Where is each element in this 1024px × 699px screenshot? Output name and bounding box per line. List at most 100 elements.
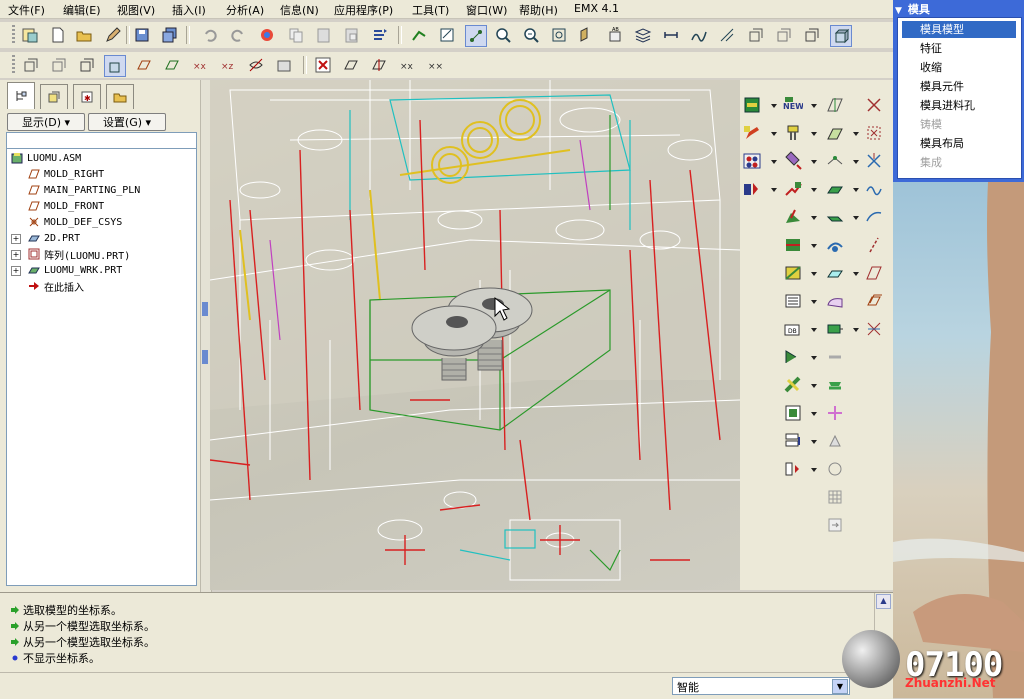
datum-point-tool-icon[interactable]: ×x <box>397 55 417 75</box>
round-tool-icon[interactable] <box>824 374 846 396</box>
datum-points-icon[interactable]: ×x <box>190 55 210 75</box>
datum-plane-tool-icon[interactable] <box>341 55 361 75</box>
settings-menu-button[interactable]: 设置(G) ▾ <box>88 113 166 131</box>
copy-icon[interactable] <box>286 25 306 45</box>
datum-axis-tool-icon[interactable] <box>369 55 389 75</box>
layers-icon[interactable] <box>633 25 653 45</box>
zoom-in-icon[interactable] <box>493 25 513 45</box>
check-draft-icon[interactable] <box>782 206 804 228</box>
show-menu-button[interactable]: 显示(D) ▾ <box>7 113 85 131</box>
tree-item-insert-here[interactable]: 在此插入 <box>27 278 84 294</box>
revolve-tool-icon[interactable] <box>824 206 846 228</box>
chevron-down-icon[interactable]: ▼ <box>832 679 848 694</box>
menu-emx[interactable]: EMX 4.1 <box>574 2 619 15</box>
mirror-tool-icon[interactable] <box>824 458 846 480</box>
expand-toggle[interactable]: + <box>11 250 21 260</box>
model-tree-tab-icon[interactable] <box>7 82 35 109</box>
menu-item-feature[interactable]: 特征 <box>902 40 1016 57</box>
menu-insert[interactable]: 插入(I) <box>172 2 206 18</box>
tree-item-pattern[interactable]: 阵列(LUOMU.PRT) <box>27 246 130 262</box>
waterline-icon[interactable] <box>782 234 804 256</box>
repaint-icon[interactable] <box>409 25 429 45</box>
annotation-display-icon[interactable] <box>246 55 266 75</box>
zoom-out-icon[interactable] <box>521 25 541 45</box>
edit-pencil-icon[interactable] <box>103 25 123 45</box>
open-folder-icon[interactable] <box>74 25 94 45</box>
orient-dialog-icon[interactable] <box>577 25 597 45</box>
menu-item-mold-component[interactable]: 模具元件 <box>902 78 1016 95</box>
view-shaded-icon[interactable] <box>104 55 126 77</box>
move-tool-icon[interactable] <box>824 514 846 536</box>
expand-toggle[interactable]: + <box>11 234 21 244</box>
menu-item-mold-model[interactable]: 模具模型 <box>902 21 1016 38</box>
orient-icon[interactable] <box>437 25 457 45</box>
new-file-icon[interactable] <box>48 25 68 45</box>
mold-feature-icon[interactable] <box>741 122 763 144</box>
sweep-tool-icon[interactable] <box>824 234 846 256</box>
volume-split-icon[interactable] <box>782 262 804 284</box>
runner-icon[interactable] <box>782 178 804 200</box>
tree-item-main-parting-pln[interactable]: MAIN_PARTING_PLN <box>27 182 140 198</box>
axis-line-icon[interactable] <box>863 234 885 256</box>
extract-icon[interactable] <box>782 374 804 396</box>
mold-volume-icon[interactable] <box>782 290 804 312</box>
folder-browser-tab-icon[interactable] <box>106 84 134 109</box>
relations-icon[interactable] <box>370 25 390 45</box>
undo-icon[interactable] <box>200 25 220 45</box>
menu-analysis[interactable]: 分析(A) <box>226 2 264 18</box>
paste-special-icon[interactable] <box>342 25 362 45</box>
collapse-arrow-icon[interactable] <box>202 302 208 316</box>
datum-curve-icon[interactable] <box>863 178 885 200</box>
csys-create-icon[interactable] <box>863 94 885 116</box>
saved-views-icon[interactable]: AB <box>605 25 625 45</box>
mold-opening-icon[interactable] <box>782 430 804 452</box>
point-tool-icon[interactable] <box>824 150 846 172</box>
tree-item-luomu-asm[interactable]: LUOMU.ASM <box>10 150 81 166</box>
datum-planes-icon[interactable] <box>134 55 154 75</box>
rib-tool-icon[interactable] <box>824 430 846 452</box>
tree-item-mold-def-csys[interactable]: MOLD_DEF_CSYS <box>27 214 122 230</box>
menu-manager-header[interactable]: ▼ 模具 <box>895 1 1022 16</box>
wireframe-icon[interactable] <box>745 25 765 45</box>
graphics-window[interactable] <box>210 80 740 590</box>
datum-axes-icon[interactable] <box>162 55 182 75</box>
extrude-tool-icon[interactable] <box>824 178 846 200</box>
new-window-icon[interactable] <box>20 25 40 45</box>
hidden-line-icon[interactable] <box>773 25 793 45</box>
csys-tool-icon[interactable]: ×× <box>425 55 445 75</box>
appearance-icon[interactable] <box>689 25 709 45</box>
intersect-icon[interactable] <box>863 318 885 340</box>
save-icon[interactable] <box>132 25 152 45</box>
point-sketch-icon[interactable] <box>863 122 885 144</box>
layers-tab-icon[interactable] <box>40 84 68 109</box>
new-component-icon[interactable]: NEW <box>782 94 804 116</box>
menu-window[interactable]: 窗口(W) <box>466 2 507 18</box>
datum-plane-tool-icon[interactable] <box>824 94 846 116</box>
expand-arrow-icon[interactable] <box>202 350 208 364</box>
menu-view[interactable]: 视图(V) <box>117 2 155 18</box>
menu-file[interactable]: 文件(F) <box>8 2 45 18</box>
view-nohidden-icon[interactable] <box>76 55 96 75</box>
interference-icon[interactable] <box>782 458 804 480</box>
menu-tools[interactable]: 工具(T) <box>412 2 449 18</box>
blend-tool-icon[interactable] <box>824 262 846 284</box>
sketch-curve-icon[interactable] <box>863 206 885 228</box>
expand-toggle[interactable]: + <box>11 266 21 276</box>
refit-icon[interactable] <box>549 25 569 45</box>
no-hidden-icon[interactable] <box>801 25 821 45</box>
skirt-surface-icon[interactable] <box>782 346 804 368</box>
menu-applications[interactable]: 应用程序(P) <box>334 2 393 18</box>
layers-sketch-icon[interactable] <box>863 290 885 312</box>
favorites-tab-icon[interactable]: ✱ <box>73 84 101 109</box>
menu-item-mold-layout[interactable]: 模具布局 <box>902 135 1016 152</box>
hole-tool-icon[interactable] <box>824 290 846 312</box>
tree-item-mold-front[interactable]: MOLD_FRONT <box>27 198 104 214</box>
split-surface-icon[interactable]: DB <box>782 318 804 340</box>
datum-csys-icon[interactable]: ×z <box>218 55 238 75</box>
mold-model-icon[interactable] <box>741 94 763 116</box>
molding-icon[interactable] <box>782 402 804 424</box>
menu-info[interactable]: 信息(N) <box>280 2 319 18</box>
close-feature-icon[interactable] <box>313 55 333 75</box>
menu-item-shrinkage[interactable]: 收缩 <box>902 59 1016 76</box>
pattern-grid-icon[interactable] <box>824 486 846 508</box>
